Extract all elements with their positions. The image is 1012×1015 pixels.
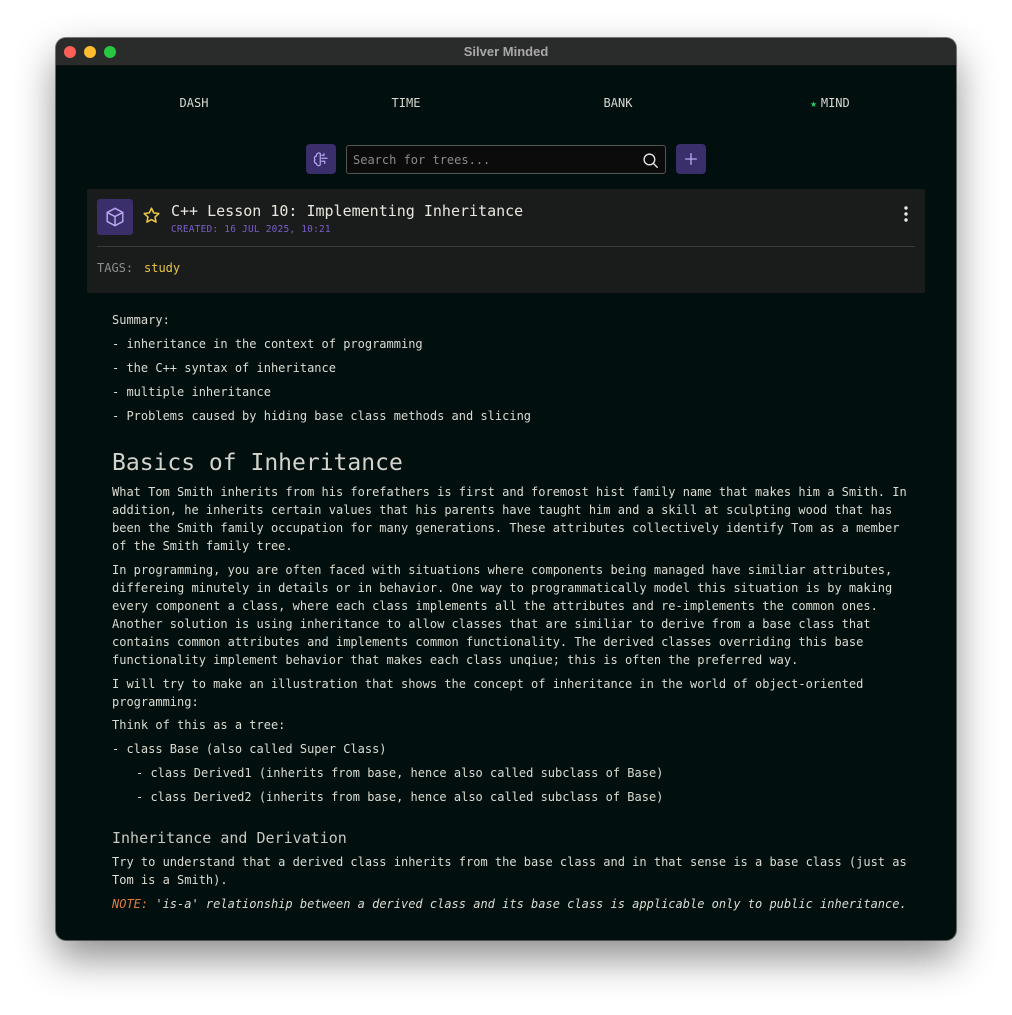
note-content: Summary: - inheritance in the context of… (112, 312, 912, 913)
summary-item: - Problems caused by hiding base class m… (112, 409, 532, 423)
search-input[interactable] (347, 146, 665, 173)
tree-item: - class Base (also called Super Class) (112, 742, 387, 756)
brain-button[interactable] (306, 144, 336, 174)
note-callout: NOTE: 'is-a' relationship between a deri… (112, 895, 912, 913)
summary-heading: Summary: (112, 313, 170, 327)
window-title: Silver Minded (463, 44, 549, 59)
nav-label: BANK (603, 96, 633, 110)
nav-item-bank[interactable]: BANK (512, 96, 724, 110)
more-options-icon[interactable] (903, 205, 909, 223)
note-label: NOTE: (112, 897, 149, 911)
active-star-icon: ★ (810, 97, 817, 110)
paragraph: Think of this as a tree: (112, 718, 286, 732)
cube-icon (106, 207, 124, 227)
summary-item: - multiple inheritance (112, 385, 271, 399)
app-window: Silver Minded DASH TIME BANK ★ MIND Sear… (56, 38, 956, 940)
nav-item-dash[interactable]: DASH (88, 96, 300, 110)
main-nav: DASH TIME BANK ★ MIND (56, 96, 956, 116)
summary-item: - the C++ syntax of inheritance (112, 361, 336, 375)
note-header-card: C++ Lesson 10: Implementing Inheritance … (87, 189, 925, 293)
plus-icon (685, 153, 697, 165)
paragraph: In programming, you are often faced with… (112, 563, 893, 667)
add-tree-button[interactable] (676, 144, 706, 174)
nav-item-time[interactable]: TIME (300, 96, 512, 110)
card-divider (97, 246, 915, 247)
section-heading: Basics of Inheritance (112, 450, 403, 476)
search-field (346, 145, 666, 174)
favorite-star-icon[interactable] (142, 206, 161, 225)
note-text: 'is-a' relationship between a derived cl… (148, 897, 907, 911)
search-icon[interactable] (642, 152, 659, 169)
nav-item-mind[interactable]: ★ MIND (724, 96, 936, 110)
nav-label: DASH (179, 96, 209, 110)
note-created-date: CREATED: 16 JUL 2025, 10:21 (171, 224, 331, 235)
brain-icon (313, 152, 328, 167)
toolbar (56, 144, 956, 174)
tree-item: - class Derived1 (inherits from base, he… (136, 766, 664, 780)
tag-study[interactable]: study (144, 261, 180, 275)
paragraph: I will try to make an illustration that … (112, 677, 864, 709)
tags-label: TAGS: (97, 261, 134, 275)
subsection-heading: Inheritance and Derivation (112, 829, 347, 847)
paragraph: Try to understand that a derived class i… (112, 855, 907, 887)
nav-label: TIME (391, 96, 421, 110)
title-bar: Silver Minded (56, 38, 956, 66)
tree-item: - class Derived2 (inherits from base, he… (136, 790, 664, 804)
summary-item: - inheritance in the context of programm… (112, 337, 423, 351)
nav-label: MIND (820, 96, 850, 110)
paragraph: What Tom Smith inherits from his forefat… (112, 485, 907, 553)
note-type-badge (97, 199, 133, 235)
note-title: C++ Lesson 10: Implementing Inheritance (171, 202, 524, 220)
